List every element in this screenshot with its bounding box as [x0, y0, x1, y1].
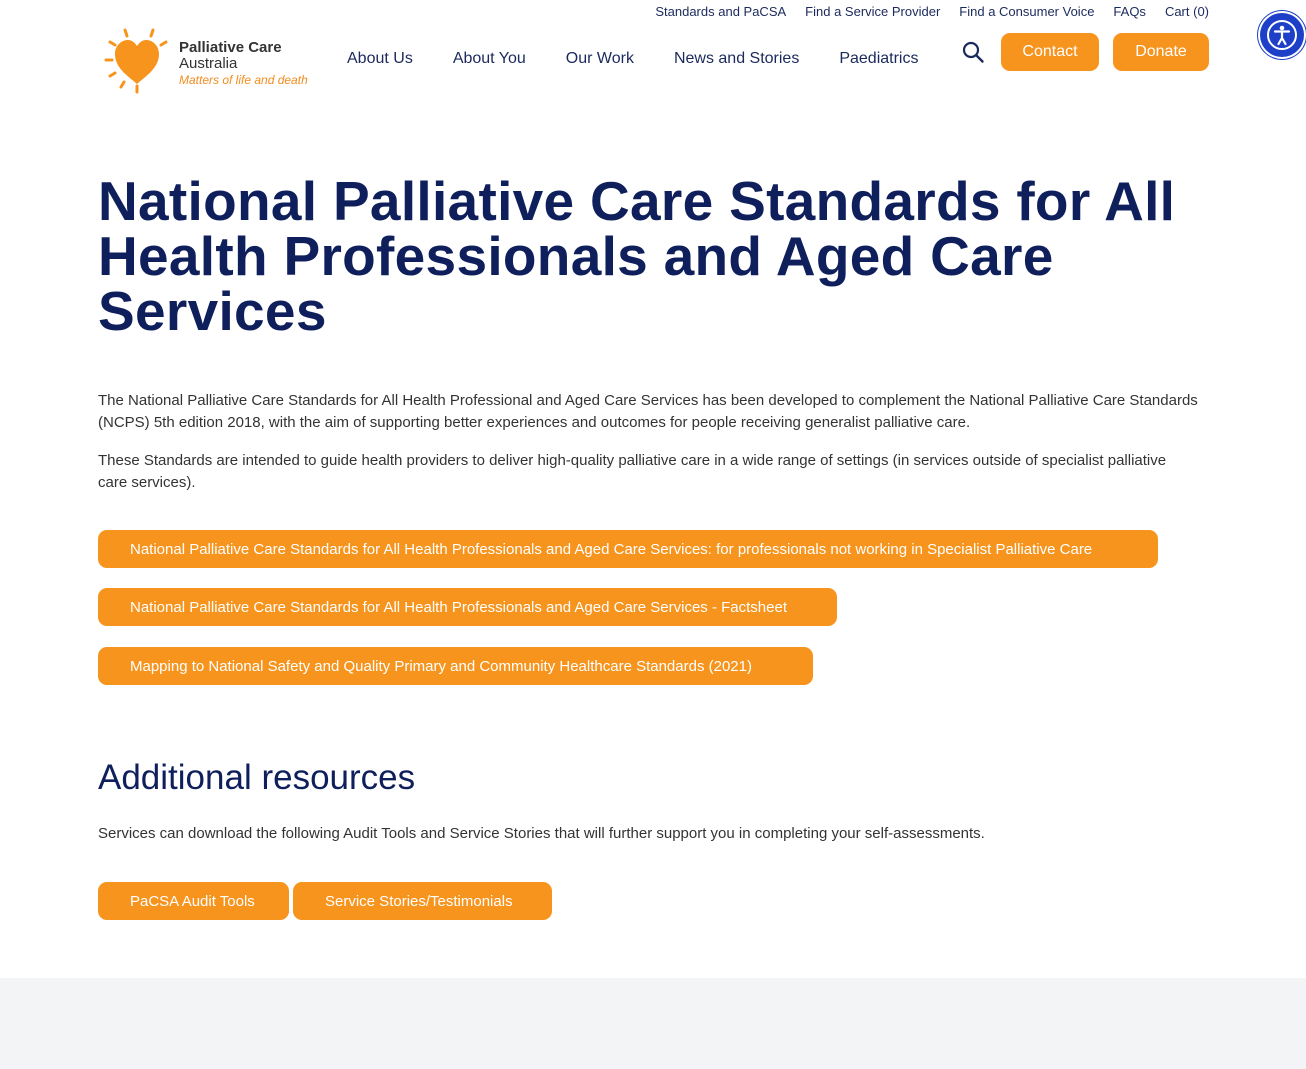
- additional-resources-heading: Additional resources: [98, 758, 416, 797]
- util-link-find-provider[interactable]: Find a Service Provider: [805, 4, 940, 19]
- nav-our-work[interactable]: Our Work: [566, 50, 634, 68]
- standards-document-button[interactable]: National Palliative Care Standards for A…: [98, 530, 1158, 568]
- nav-about-us[interactable]: About Us: [347, 50, 413, 68]
- logo-name: Palliative Care: [179, 39, 282, 56]
- util-link-cart[interactable]: Cart (0): [1165, 4, 1209, 19]
- footer-band: [0, 978, 1306, 1069]
- main-nav: About Us About You Our Work News and Sto…: [347, 50, 918, 68]
- service-stories-button[interactable]: Service Stories/Testimonials: [293, 882, 552, 920]
- intro-paragraph: These Standards are intended to guide he…: [98, 452, 1167, 491]
- factsheet-button[interactable]: National Palliative Care Standards for A…: [98, 588, 837, 626]
- accessibility-icon: [1267, 20, 1297, 50]
- util-link-standards[interactable]: Standards and PaCSA: [655, 4, 786, 19]
- nav-about-you[interactable]: About You: [453, 50, 526, 68]
- logo-sub: Australia: [179, 55, 238, 72]
- utility-nav: Standards and PaCSA Find a Service Provi…: [655, 4, 1209, 19]
- additional-resources-text: Services can download the following Audi…: [98, 825, 985, 842]
- accessibility-button[interactable]: [1260, 13, 1304, 57]
- util-link-consumer-voice[interactable]: Find a Consumer Voice: [959, 4, 1094, 19]
- intro-text: The National Palliative Care Standards f…: [98, 390, 1198, 510]
- util-link-faqs[interactable]: FAQs: [1113, 4, 1146, 19]
- search-icon: [962, 41, 984, 63]
- page-title: National Palliative Care Standards for A…: [98, 170, 1176, 342]
- mapping-document-button[interactable]: Mapping to National Safety and Quality P…: [98, 647, 813, 685]
- contact-button[interactable]: Contact: [1001, 33, 1099, 71]
- nav-paediatrics[interactable]: Paediatrics: [839, 50, 918, 68]
- nav-news-stories[interactable]: News and Stories: [674, 50, 799, 68]
- search-button[interactable]: [961, 40, 985, 64]
- intro-paragraph: The National Palliative Care Standards f…: [98, 392, 1198, 431]
- logo-tagline: Matters of life and death: [179, 73, 308, 87]
- heart-sun-icon: [104, 28, 168, 94]
- donate-button[interactable]: Donate: [1113, 33, 1209, 71]
- audit-tools-button[interactable]: PaCSA Audit Tools: [98, 882, 289, 920]
- site-logo[interactable]: Palliative Care Australia Matters of lif…: [104, 28, 314, 94]
